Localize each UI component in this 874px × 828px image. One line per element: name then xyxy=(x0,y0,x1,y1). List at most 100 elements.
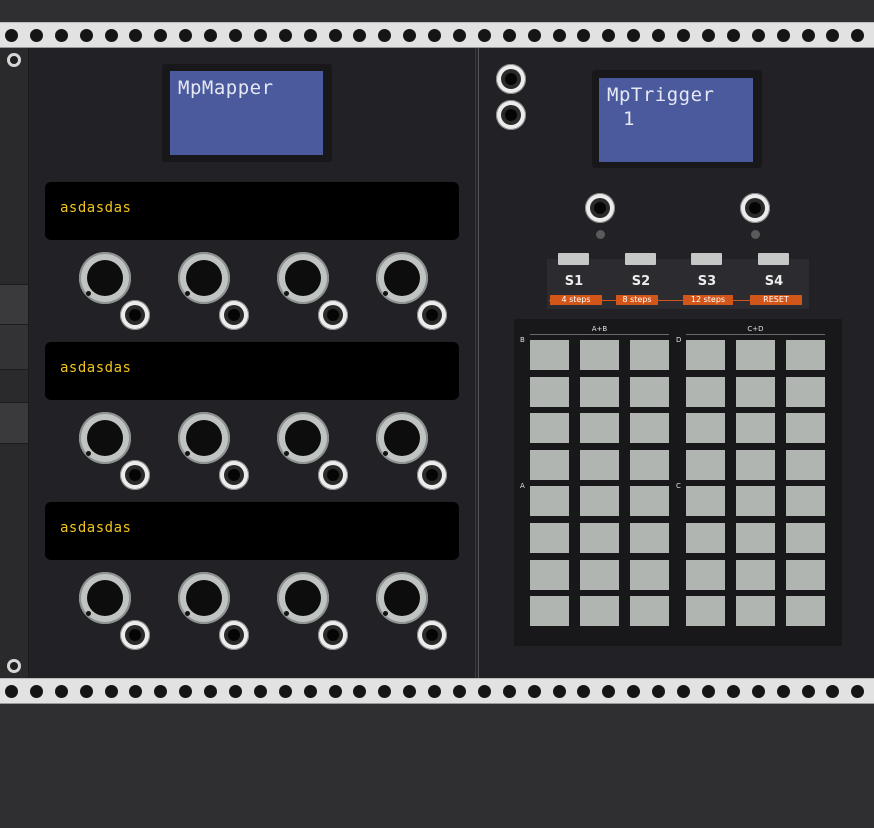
trigger-pad[interactable] xyxy=(630,523,669,553)
trigger-pad[interactable] xyxy=(786,486,825,517)
cv-jack[interactable] xyxy=(417,460,447,490)
cv-jack[interactable] xyxy=(318,300,348,330)
mapping-knob[interactable] xyxy=(79,412,131,464)
stub-panel xyxy=(0,284,28,326)
trigger-pad[interactable] xyxy=(686,486,725,517)
mapping-knob[interactable] xyxy=(376,412,428,464)
trigger-pad[interactable] xyxy=(530,376,569,407)
trigger-pad[interactable] xyxy=(530,596,569,627)
channel-label-panel: asdasdas xyxy=(45,182,459,240)
trigger-pad[interactable] xyxy=(530,486,569,517)
mapping-knob[interactable] xyxy=(178,412,230,464)
trigger-pad[interactable] xyxy=(580,486,619,517)
trigger-pad[interactable] xyxy=(630,559,669,590)
trigger-pad[interactable] xyxy=(686,413,725,444)
rail-hole xyxy=(29,28,43,42)
rail-hole xyxy=(54,28,68,42)
trigger-pad[interactable] xyxy=(736,486,775,517)
trigger-pad[interactable] xyxy=(530,559,569,590)
trigger-pad[interactable] xyxy=(686,449,725,480)
trigger-pad[interactable] xyxy=(686,523,725,553)
trigger-pad[interactable] xyxy=(736,413,775,444)
trigger-pad[interactable] xyxy=(580,376,619,407)
rail-hole xyxy=(527,28,541,42)
trigger-pad[interactable] xyxy=(786,376,825,407)
mapping-knob[interactable] xyxy=(376,252,428,304)
cv-jack[interactable] xyxy=(120,620,150,650)
cv-jack[interactable] xyxy=(219,460,249,490)
rail-hole xyxy=(652,28,666,42)
rail-hole xyxy=(652,684,666,698)
step-button[interactable] xyxy=(625,253,656,265)
trigger-display-value: 1 xyxy=(623,108,635,130)
trigger-pad[interactable] xyxy=(530,413,569,444)
trigger-pad[interactable] xyxy=(580,340,619,370)
trigger-pad[interactable] xyxy=(580,413,619,444)
trigger-pad[interactable] xyxy=(630,340,669,370)
trigger-pad[interactable] xyxy=(736,559,775,590)
knob-indicator xyxy=(284,611,289,616)
trigger-pad[interactable] xyxy=(786,340,825,370)
left-module-edge xyxy=(0,48,29,678)
trigger-pad[interactable] xyxy=(786,413,825,444)
trigger-pad[interactable] xyxy=(686,376,725,407)
mapping-knob[interactable] xyxy=(277,572,329,624)
mapping-knob[interactable] xyxy=(178,572,230,624)
output-jack[interactable] xyxy=(585,193,615,223)
trigger-pad[interactable] xyxy=(630,376,669,407)
trigger-pad[interactable] xyxy=(786,449,825,480)
trigger-pad[interactable] xyxy=(736,449,775,480)
trigger-pad[interactable] xyxy=(686,596,725,627)
rail-hole xyxy=(726,28,740,42)
trigger-pad[interactable] xyxy=(580,523,619,553)
trigger-pad[interactable] xyxy=(686,559,725,590)
mapping-knob[interactable] xyxy=(277,412,329,464)
cv-jack[interactable] xyxy=(219,300,249,330)
cv-jack[interactable] xyxy=(120,300,150,330)
trigger-pad[interactable] xyxy=(786,596,825,627)
knob-indicator xyxy=(383,451,388,456)
trigger-pad[interactable] xyxy=(736,523,775,553)
step-button[interactable] xyxy=(691,253,722,265)
cv-jack[interactable] xyxy=(417,300,447,330)
rail-hole xyxy=(826,684,840,698)
trigger-pad[interactable] xyxy=(630,486,669,517)
trigger-pad[interactable] xyxy=(580,449,619,480)
cv-jack[interactable] xyxy=(318,460,348,490)
mapping-knob[interactable] xyxy=(79,252,131,304)
rack-rail-bottom xyxy=(0,678,874,704)
trigger-pad[interactable] xyxy=(786,523,825,553)
channel-label-panel: asdasdas xyxy=(45,502,459,560)
mapping-knob[interactable] xyxy=(178,252,230,304)
trigger-pad[interactable] xyxy=(580,559,619,590)
trigger-pad[interactable] xyxy=(580,596,619,627)
trigger-pad[interactable] xyxy=(530,523,569,553)
trigger-pad[interactable] xyxy=(736,376,775,407)
cv-jack[interactable] xyxy=(318,620,348,650)
mapper-display: MpMapper xyxy=(170,71,323,155)
trigger-pad[interactable] xyxy=(530,449,569,480)
trigger-pad[interactable] xyxy=(736,340,775,370)
trigger-pad[interactable] xyxy=(786,559,825,590)
trigger-pad[interactable] xyxy=(530,340,569,370)
rail-hole xyxy=(328,684,342,698)
mapping-knob[interactable] xyxy=(277,252,329,304)
mapping-knob[interactable] xyxy=(376,572,428,624)
step-button[interactable] xyxy=(558,253,589,265)
group-divider xyxy=(686,334,825,335)
input-jack[interactable] xyxy=(496,100,526,130)
rail-hole xyxy=(154,28,168,42)
trigger-pad[interactable] xyxy=(686,340,725,370)
cv-jack[interactable] xyxy=(417,620,447,650)
mapping-knob[interactable] xyxy=(79,572,131,624)
output-jack[interactable] xyxy=(740,193,770,223)
cv-jack[interactable] xyxy=(120,460,150,490)
step-length-label: 4 steps xyxy=(550,295,602,305)
trigger-pad[interactable] xyxy=(630,596,669,627)
trigger-pad[interactable] xyxy=(736,596,775,627)
step-button[interactable] xyxy=(758,253,789,265)
input-jack[interactable] xyxy=(496,64,526,94)
trigger-pad[interactable] xyxy=(630,413,669,444)
trigger-pad[interactable] xyxy=(630,449,669,480)
cv-jack[interactable] xyxy=(219,620,249,650)
